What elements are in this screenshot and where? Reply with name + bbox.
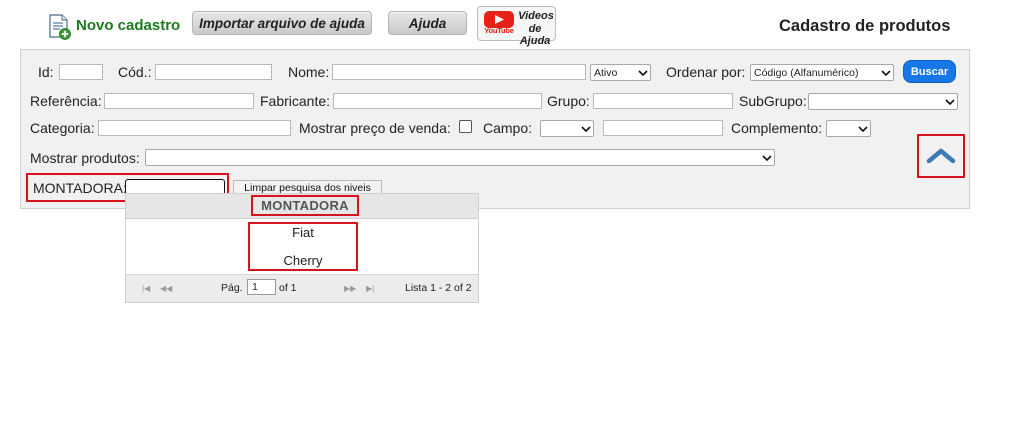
chevron-down-icon bbox=[760, 150, 774, 165]
videos-label: Videos bbox=[518, 10, 554, 22]
new-product-link[interactable]: Novo cadastro bbox=[76, 17, 180, 34]
montadora-label: MONTADORA: bbox=[33, 180, 127, 196]
nome-input[interactable] bbox=[332, 64, 586, 80]
chevron-up-icon bbox=[926, 147, 956, 166]
status-select[interactable]: Ativo bbox=[590, 64, 651, 81]
id-label: Id: bbox=[38, 64, 54, 80]
next-page-icon[interactable]: ▶▶ bbox=[344, 284, 356, 293]
subgrupo-select[interactable] bbox=[808, 93, 958, 110]
categoria-label: Categoria: bbox=[30, 120, 95, 136]
ordenar-label: Ordenar por: bbox=[666, 64, 746, 80]
ordenar-select[interactable]: Código (Alfanumérico) bbox=[750, 64, 894, 81]
grupo-label: Grupo: bbox=[547, 93, 590, 109]
referencia-input[interactable] bbox=[104, 93, 254, 109]
complemento-label: Complemento: bbox=[731, 120, 823, 136]
campo-value-input[interactable] bbox=[603, 120, 723, 136]
cod-input[interactable] bbox=[155, 64, 272, 80]
grupo-input[interactable] bbox=[593, 93, 733, 109]
help-videos-button[interactable]: YouTube Videos de Ajuda bbox=[477, 6, 556, 47]
campo-label: Campo: bbox=[483, 120, 533, 136]
referencia-label: Referência: bbox=[30, 93, 102, 109]
chevron-down-icon bbox=[579, 121, 593, 136]
categoria-input[interactable] bbox=[98, 120, 291, 136]
list-info: Lista 1 - 2 of 2 bbox=[405, 282, 472, 294]
page-number-input[interactable]: 1 bbox=[247, 279, 276, 295]
ordenar-value: Código (Alfanumérico) bbox=[754, 66, 859, 79]
mostrar-preco-label: Mostrar preço de venda: bbox=[299, 120, 451, 136]
cod-label: Cód.: bbox=[118, 64, 152, 80]
first-page-icon[interactable]: |◀ bbox=[142, 284, 150, 293]
id-input[interactable] bbox=[59, 64, 103, 80]
de-ajuda-label: de Ajuda bbox=[519, 23, 551, 47]
nome-label: Nome: bbox=[288, 64, 330, 80]
fabricante-input[interactable] bbox=[333, 93, 542, 109]
mostrar-preco-checkbox[interactable] bbox=[459, 120, 472, 133]
new-document-icon[interactable] bbox=[48, 14, 72, 40]
complemento-select[interactable] bbox=[826, 120, 871, 137]
last-page-icon[interactable]: ▶| bbox=[366, 284, 374, 293]
youtube-wordmark: YouTube bbox=[484, 26, 514, 35]
mostrar-produtos-select[interactable] bbox=[145, 149, 775, 166]
scroll-up-button[interactable] bbox=[917, 134, 965, 178]
status-value: Ativo bbox=[594, 66, 618, 79]
import-help-file-button[interactable]: Importar arquivo de ajuda bbox=[192, 11, 372, 35]
prev-page-icon[interactable]: ◀◀ bbox=[160, 284, 172, 293]
search-button[interactable]: Buscar bbox=[903, 60, 956, 83]
list-item[interactable]: Fiat bbox=[250, 225, 356, 243]
list-item[interactable]: Cherry bbox=[250, 253, 356, 271]
montadora-column-header[interactable]: MONTADORA bbox=[251, 195, 359, 216]
chevron-down-icon bbox=[856, 121, 870, 136]
page-title: Cadastro de produtos bbox=[779, 17, 951, 35]
page-total: of 1 bbox=[279, 282, 297, 294]
campo-select[interactable] bbox=[540, 120, 594, 137]
page-label: Pág. bbox=[221, 282, 243, 294]
chevron-down-icon bbox=[879, 65, 893, 80]
popup-pager: |◀ ◀◀ Pág. 1 of 1 ▶▶ ▶| Lista 1 - 2 of 2 bbox=[126, 274, 478, 302]
mostrar-produtos-label: Mostrar produtos: bbox=[30, 150, 140, 166]
chevron-down-icon bbox=[943, 94, 957, 109]
help-button[interactable]: Ajuda bbox=[388, 11, 467, 35]
subgrupo-label: SubGrupo: bbox=[739, 93, 807, 109]
fabricante-label: Fabricante: bbox=[260, 93, 331, 109]
chevron-down-icon bbox=[636, 65, 650, 80]
